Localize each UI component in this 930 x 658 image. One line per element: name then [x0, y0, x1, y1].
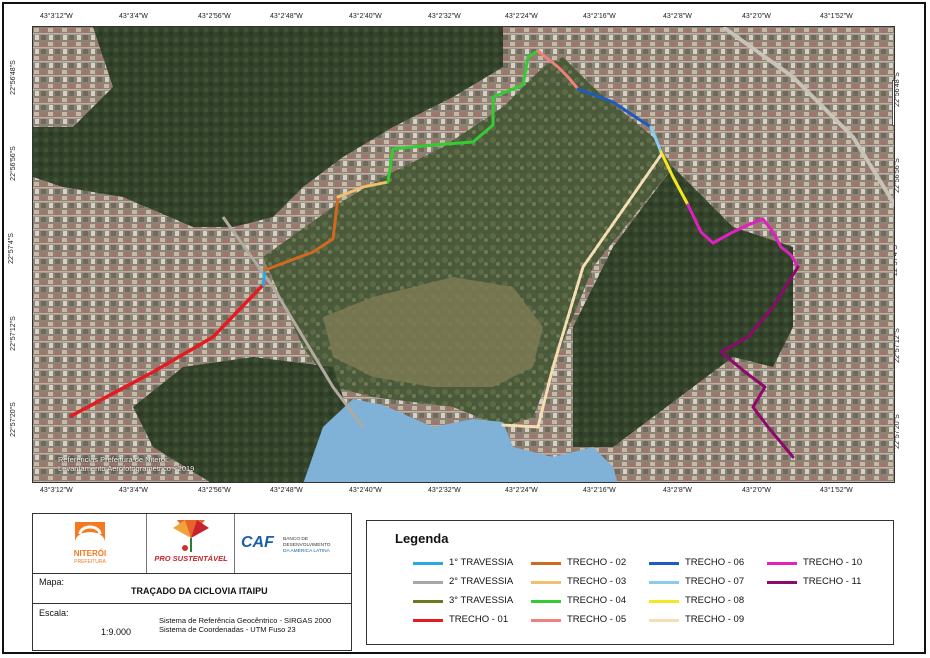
legend-swatch	[531, 581, 561, 584]
info-panel: NITERÓI PREFEITURA PRO SUSTENTÁVEL CAF B…	[32, 513, 352, 651]
legend-swatch	[649, 562, 679, 565]
legend-label: TRECHO - 11	[803, 576, 862, 587]
lon-label: 43°3'12"W	[40, 13, 73, 20]
legend-label: TRECHO - 04	[567, 595, 627, 606]
legend-label: TRECHO - 05	[567, 614, 627, 625]
lon-label: 43°2'8"W	[663, 13, 692, 20]
lon-label: 43°2'56"W	[198, 487, 231, 494]
niteroi-logo: NITERÓI PREFEITURA	[33, 514, 147, 573]
map-title: TRAÇADO DA CICLOVIA ITAIPU	[131, 586, 268, 596]
legend-label: 1° TRAVESSIA	[449, 557, 514, 568]
lon-label: 43°2'56"W	[198, 13, 231, 20]
legend-label: TRECHO - 01	[449, 614, 509, 625]
legend-swatch	[649, 600, 679, 603]
legend-swatch	[767, 581, 797, 584]
scale-label: Escala:	[39, 608, 69, 618]
legend-label: 3° TRAVESSIA	[449, 595, 514, 606]
caf-sub-2: DA AMÉRICA LATINA	[283, 549, 330, 554]
legend-label: TRECHO - 02	[567, 557, 627, 568]
legend-swatch	[413, 581, 443, 584]
lon-label: 43°3'4"W	[119, 487, 148, 494]
lat-label: 22°57'4"S	[7, 233, 15, 264]
legend-label: TRECHO - 10	[803, 557, 863, 568]
niteroi-logo-sub: PREFEITURA	[74, 559, 106, 565]
lat-label: 22°56'56"S	[9, 146, 17, 181]
legend-label: TRECHO - 06	[685, 557, 745, 568]
lon-label: 43°3'12"W	[40, 487, 73, 494]
sys-line-2: Sistema de Coordenadas - UTM Fuso 23	[159, 625, 296, 634]
lon-label: 43°2'40"W	[349, 487, 382, 494]
map-credit: Referências Prefeitura de Niterói: Levan…	[58, 455, 194, 473]
caf-logo-text: CAF	[241, 534, 274, 551]
lon-label: 43°2'48"W	[270, 13, 303, 20]
scale-row: Escala: 1:9.000 Sistema de Referência Ge…	[33, 604, 351, 649]
lon-label: 43°2'16"W	[583, 487, 616, 494]
legend-label: 2° TRAVESSIA	[449, 576, 514, 587]
legend-title: Legenda	[395, 531, 449, 546]
credit-line-2: Levantamento Aerofotogramétrico - 2019	[58, 464, 195, 473]
aerial-map[interactable]: N	[32, 26, 895, 483]
credit-line-1: Referências Prefeitura de Niterói:	[58, 455, 169, 464]
map-label: Mapa:	[39, 577, 65, 587]
legend-swatch	[531, 562, 561, 565]
legend-swatch	[649, 581, 679, 584]
lat-label: 22°57'12"S	[9, 316, 17, 351]
lon-label: 43°2'16"W	[583, 13, 616, 20]
pro-sustentavel-text: PRO SUSTENTÁVEL	[154, 554, 228, 563]
lon-label: 43°2'8"W	[663, 487, 692, 494]
coordinate-system: Sistema de Referência Geocêntrico - SIRG…	[159, 616, 331, 634]
lon-label: 43°2'48"W	[270, 487, 303, 494]
caf-logo: CAF BANCO DE DESENVOLVIMENTO DA AMÉRICA …	[235, 514, 353, 573]
lon-label: 43°1'52"W	[820, 13, 853, 20]
pro-sustentavel-logo: PRO SUSTENTÁVEL	[147, 514, 235, 573]
travessia-1-line[interactable]	[261, 268, 267, 287]
logos-row: NITERÓI PREFEITURA PRO SUSTENTÁVEL CAF B…	[33, 514, 351, 574]
legend-label: TRECHO - 07	[685, 576, 745, 587]
lon-label: 43°2'32"W	[428, 487, 461, 494]
lat-label: 22°57'20"S	[9, 402, 17, 437]
lon-label: 43°2'0"W	[742, 487, 771, 494]
lon-label: 43°2'32"W	[428, 13, 461, 20]
map-title-row: Mapa: TRAÇADO DA CICLOVIA ITAIPU	[33, 573, 351, 604]
pro-sustentavel-icon	[173, 520, 209, 552]
lon-label: 43°2'24"W	[505, 487, 538, 494]
lon-label: 43°2'24"W	[505, 13, 538, 20]
legend-swatch	[413, 562, 443, 565]
caf-logo-sub: BANCO DE DESENVOLVIMENTO DA AMÉRICA LATI…	[283, 537, 353, 555]
lon-label: 43°1'52"W	[820, 487, 853, 494]
lon-label: 43°2'0"W	[742, 13, 771, 20]
legend-swatch	[413, 600, 443, 603]
legend-label: TRECHO - 08	[685, 595, 745, 606]
scale-value: 1:9.000	[101, 627, 132, 637]
sys-line-1: Sistema de Referência Geocêntrico - SIRG…	[159, 616, 332, 625]
lon-label: 43°2'40"W	[349, 13, 382, 20]
legend-swatch	[649, 619, 679, 622]
legend-swatch	[767, 562, 797, 565]
lat-label: 22°56'48"S	[9, 60, 17, 95]
legend-label: TRECHO - 09	[685, 614, 745, 625]
caf-sub-1: BANCO DE DESENVOLVIMENTO	[283, 537, 331, 548]
map-canvas	[33, 27, 894, 482]
legend-label: TRECHO - 03	[567, 576, 627, 587]
lon-label: 43°3'4"W	[119, 13, 148, 20]
legend-swatch	[531, 619, 561, 622]
legend-swatch	[531, 600, 561, 603]
legend-swatch	[413, 619, 443, 622]
niteroi-logo-text: NITERÓI	[73, 549, 107, 558]
legend: Legenda 1° TRAVESSIA 2° TRAVESSIA 3° TRAVE…	[366, 520, 894, 645]
